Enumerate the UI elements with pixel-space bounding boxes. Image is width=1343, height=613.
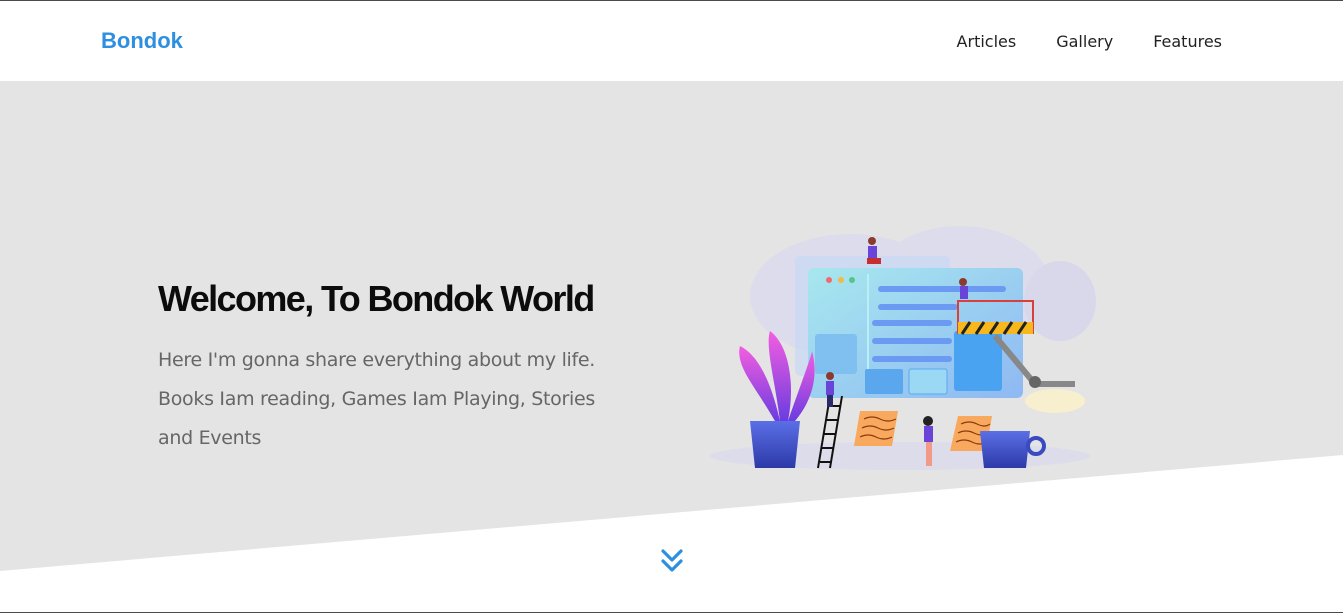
nav-link-gallery[interactable]: Gallery — [1056, 32, 1113, 51]
main-nav: Articles Gallery Features — [957, 32, 1222, 51]
double-chevron-down-icon[interactable] — [660, 547, 684, 575]
nav-link-articles[interactable]: Articles — [957, 32, 1017, 51]
hero-description: Here I'm gonna share everything about my… — [158, 349, 596, 449]
hero-title: Welcome, To Bondok World — [158, 278, 595, 319]
hero-illustration — [700, 206, 1100, 480]
page: Bondok Articles Gallery Features Welcome… — [0, 0, 1343, 613]
header: Bondok Articles Gallery Features — [0, 1, 1343, 81]
logo[interactable]: Bondok — [101, 28, 183, 54]
nav-link-features[interactable]: Features — [1153, 32, 1222, 51]
